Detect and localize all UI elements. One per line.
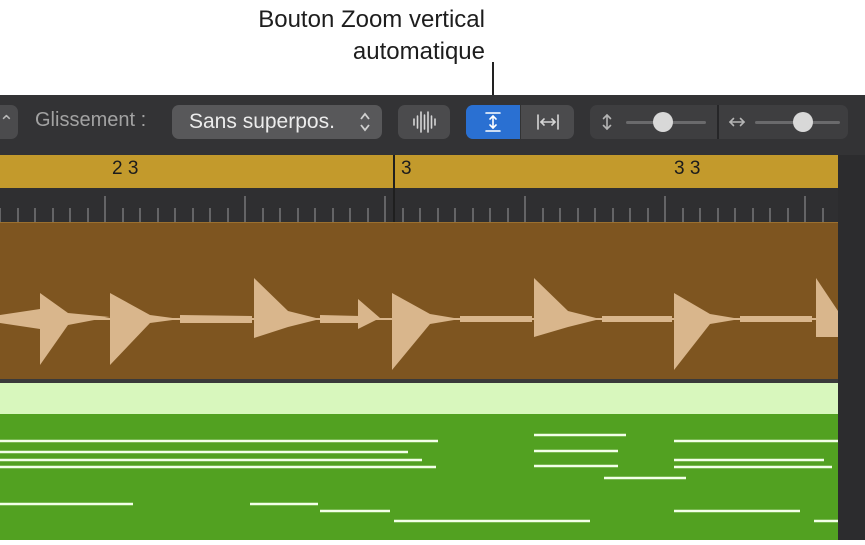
vertical-zoom-slider-knob[interactable] xyxy=(653,112,673,132)
ruler-marker-3: 3 xyxy=(401,158,412,179)
drag-mode-value: Sans superpos. xyxy=(189,110,335,133)
up-down-chevron-icon xyxy=(358,105,372,152)
midi-notes xyxy=(0,433,838,523)
bar-line-marker xyxy=(393,155,395,222)
ruler-marker-2-3: 2 3 xyxy=(112,158,139,179)
audio-region[interactable] xyxy=(0,222,838,379)
midi-region-header[interactable] xyxy=(0,383,838,414)
editor-right-edge xyxy=(838,155,865,540)
horizontal-arrows-icon xyxy=(727,105,747,139)
zoom-sliders-group xyxy=(590,105,848,139)
audio-waveform xyxy=(0,278,838,370)
vertical-zoom-icon xyxy=(485,112,501,132)
waveform-zoom-button[interactable] xyxy=(398,105,450,139)
callout-line-2: automatique xyxy=(352,38,485,65)
auto-zoom-segmented-control xyxy=(466,105,574,139)
waveform-zoom-icon xyxy=(413,111,436,133)
ruler-marker-3-3: 3 3 xyxy=(674,158,701,179)
vertical-arrows-icon xyxy=(600,105,614,139)
callout-line-1: Bouton Zoom vertical xyxy=(258,6,485,33)
callout-area: Bouton Zoom vertical automatique xyxy=(0,0,865,114)
horizontal-zoom-icon xyxy=(537,114,559,130)
chevron-icon: ⌃ xyxy=(0,112,14,132)
callout-label: Bouton Zoom vertical automatique xyxy=(258,4,485,68)
partial-popup-button[interactable]: ⌃ xyxy=(0,105,18,139)
drag-mode-label: Glissement : xyxy=(35,109,147,131)
ruler-ticks xyxy=(0,188,838,222)
auto-zoom-vertical-button[interactable] xyxy=(466,105,520,139)
midi-region[interactable] xyxy=(0,414,838,540)
horizontal-zoom-slider-knob[interactable] xyxy=(793,112,813,132)
auto-zoom-horizontal-button[interactable] xyxy=(520,105,574,139)
drag-mode-select[interactable]: Sans superpos. xyxy=(172,105,382,139)
slider-divider xyxy=(717,105,719,139)
